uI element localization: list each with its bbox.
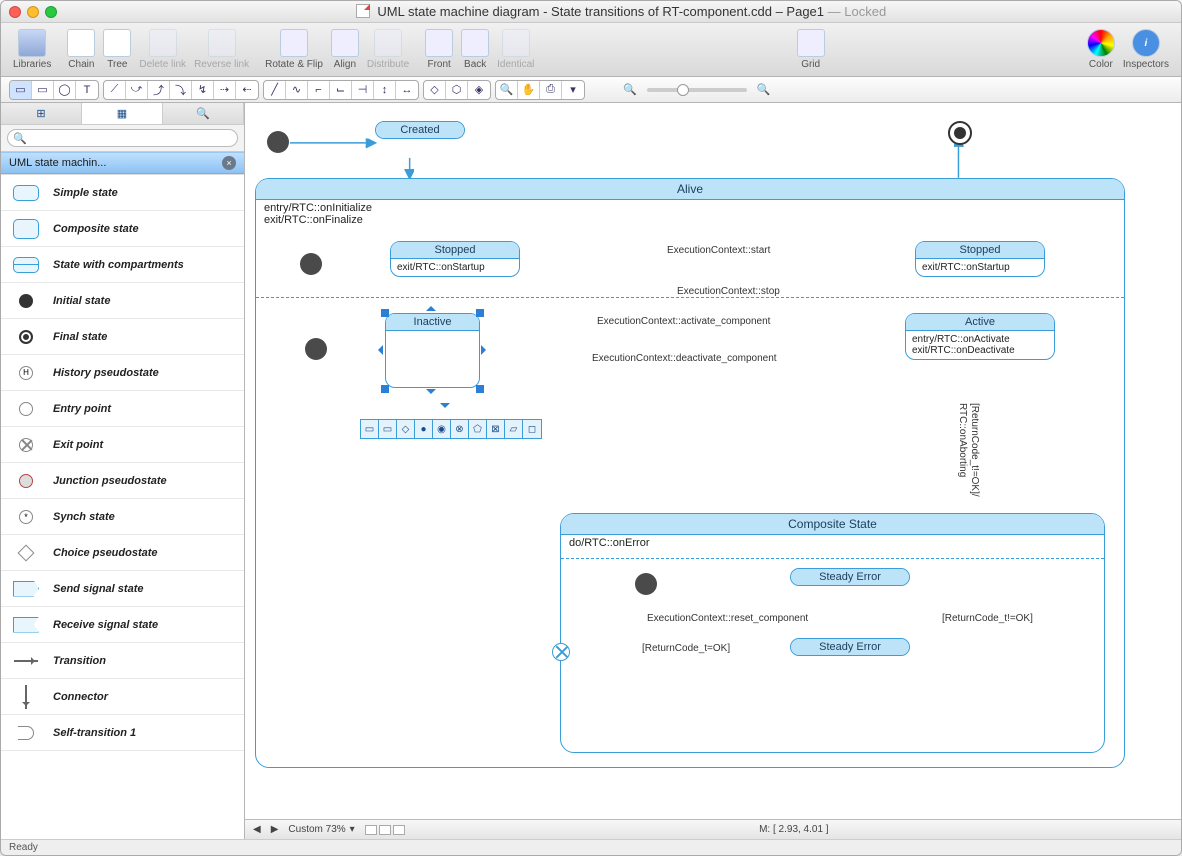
library-sidebar: ⊞ ▦ 🔍 🔍 UML state machin... × Simple sta… xyxy=(1,103,245,839)
minimize-window-button[interactable] xyxy=(27,6,39,18)
cursor-coords: [ 2.93, 4.01 ] xyxy=(773,824,829,835)
shape-tool-row: ▭ ▭ ◯ T ⟋⤻⤴⤵↯⇢⇠ ╱∿⌐⌙⊣↕↔ ◇⬡◈ 🔍✋⎙▾ 🔍 🔍 xyxy=(1,77,1181,103)
state-steady-error-2[interactable]: Steady Error xyxy=(790,638,910,656)
distribute-button[interactable]: Distribute xyxy=(367,29,409,70)
shape-list: Simple state Composite state State with … xyxy=(1,174,244,839)
ctx-rect-icon[interactable]: ▭ xyxy=(361,420,379,438)
shape-receive-signal[interactable]: Receive signal state xyxy=(1,607,244,643)
label-deactivate: ExecutionContext::deactivate_component xyxy=(590,353,779,364)
pointer-tool-icon[interactable]: ▭ xyxy=(10,81,32,99)
delete-link-button[interactable]: Delete link xyxy=(139,29,186,70)
shape-choice[interactable]: Choice pseudostate xyxy=(1,535,244,571)
ellipse-tool-icon[interactable]: ◯ xyxy=(54,81,76,99)
line-tool-icon[interactable]: ⟋ xyxy=(104,81,126,99)
path-tools[interactable]: ╱∿⌐⌙⊣↕↔ xyxy=(263,80,419,100)
state-active[interactable]: Active entry/RTC::onActivateexit/RTC::on… xyxy=(905,313,1055,360)
label-guard-ok2: [ReturnCode_t!=OK] xyxy=(940,613,1035,624)
label-reset: ExecutionContext::reset_component xyxy=(645,613,810,624)
label-ec-start: ExecutionContext::start xyxy=(665,245,772,256)
state-stopped-right[interactable]: Stopped exit/RTC::onStartup xyxy=(915,241,1045,277)
state-created[interactable]: Created xyxy=(375,121,465,139)
prev-page-icon[interactable]: ◀ xyxy=(253,824,261,835)
state-inactive[interactable]: Inactive xyxy=(385,313,480,388)
titlebar: UML state machine diagram - State transi… xyxy=(1,1,1181,23)
identical-button[interactable]: Identical xyxy=(497,29,534,70)
zoom-tool-icon[interactable]: 🔍 xyxy=(496,81,518,99)
connector-tools[interactable]: ⟋⤻⤴⤵↯⇢⇠ xyxy=(103,80,259,100)
shape-transition[interactable]: Transition xyxy=(1,643,244,679)
search-icon: 🔍 xyxy=(13,132,27,145)
zoom-level[interactable]: Custom 73% xyxy=(288,824,345,835)
library-search-input[interactable] xyxy=(7,129,238,147)
close-window-button[interactable] xyxy=(9,6,21,18)
back-button[interactable]: Back xyxy=(461,29,489,70)
zoom-window-button[interactable] xyxy=(45,6,57,18)
context-toolbar[interactable]: ▭▭◇●◉⊗⬠⊠▱◻ xyxy=(360,419,542,439)
initial-node-alive1[interactable] xyxy=(300,253,322,275)
libraries-button[interactable]: Libraries xyxy=(13,29,51,70)
canvas-statusbar: ◀ ▶ Custom 73% ▾ M: [ 2.93, 4.01 ] xyxy=(245,819,1181,839)
rect-tool-icon[interactable]: ▭ xyxy=(32,81,54,99)
state-composite[interactable]: Composite State do/RTC::onError xyxy=(560,513,1105,753)
shape-final-state[interactable]: Final state xyxy=(1,319,244,355)
label-aborting: RTC::onAborting xyxy=(955,403,970,477)
sidebar-tab-grid[interactable]: ▦ xyxy=(82,103,163,124)
close-library-icon[interactable]: × xyxy=(222,156,236,170)
shape-initial-state[interactable]: Initial state xyxy=(1,283,244,319)
zoom-out-icon[interactable]: 🔍 xyxy=(623,83,637,96)
color-button[interactable]: Color xyxy=(1087,29,1115,70)
state-stopped-left[interactable]: Stopped exit/RTC::onStartup xyxy=(390,241,520,277)
zoom-slider[interactable] xyxy=(647,88,747,92)
window-controls xyxy=(9,6,57,18)
initial-node-top[interactable] xyxy=(267,131,289,153)
inspectors-button[interactable]: iInspectors xyxy=(1123,29,1169,70)
text-tool-icon[interactable]: T xyxy=(76,81,98,99)
exit-point[interactable] xyxy=(552,643,570,661)
shape-send-signal[interactable]: Send signal state xyxy=(1,571,244,607)
sidebar-tab-search[interactable]: 🔍 xyxy=(163,103,244,124)
rotate-flip-button[interactable]: Rotate & Flip xyxy=(265,29,323,70)
chain-button[interactable]: Chain xyxy=(67,29,95,70)
initial-node-alive2[interactable] xyxy=(305,338,327,360)
document-icon xyxy=(356,4,370,18)
zoom-in-icon[interactable]: 🔍 xyxy=(757,83,771,96)
window-title: UML state machine diagram - State transi… xyxy=(69,4,1173,19)
status-ready: Ready xyxy=(9,842,38,853)
tree-button[interactable]: Tree xyxy=(103,29,131,70)
library-header[interactable]: UML state machin... × xyxy=(1,152,244,174)
shape-composite-state[interactable]: Composite state xyxy=(1,211,244,247)
label-activate: ExecutionContext::activate_component xyxy=(595,316,772,327)
hand-tool-icon[interactable]: ✋ xyxy=(518,81,540,99)
vertex-tools[interactable]: ◇⬡◈ xyxy=(423,80,491,100)
shape-connector[interactable]: Connector xyxy=(1,679,244,715)
initial-node-composite[interactable] xyxy=(635,573,657,595)
final-node[interactable] xyxy=(948,121,972,145)
shape-simple-state[interactable]: Simple state xyxy=(1,175,244,211)
page-thumbnails[interactable] xyxy=(365,825,405,835)
sidebar-tab-tree[interactable]: ⊞ xyxy=(1,103,82,124)
shape-history[interactable]: HHistory pseudostate xyxy=(1,355,244,391)
app-window: UML state machine diagram - State transi… xyxy=(0,0,1182,856)
reverse-link-button[interactable]: Reverse link xyxy=(194,29,249,70)
main-toolbar: Libraries Chain Tree Delete link Reverse… xyxy=(1,23,1181,77)
label-guard-ok: [ReturnCode_t=OK] xyxy=(640,643,732,654)
state-steady-error-1[interactable]: Steady Error xyxy=(790,568,910,586)
grid-button[interactable]: Grid xyxy=(797,29,825,70)
align-button[interactable]: Align xyxy=(331,29,359,70)
view-tools[interactable]: 🔍✋⎙▾ xyxy=(495,80,585,100)
app-statusbar: Ready xyxy=(1,839,1181,855)
shape-entry-point[interactable]: Entry point xyxy=(1,391,244,427)
shape-exit-point[interactable]: Exit point xyxy=(1,427,244,463)
diagram-canvas[interactable]: Created Alive entry/RTC::onInitializeexi… xyxy=(245,103,1181,839)
label-ec-stop: ExecutionContext::stop xyxy=(675,286,782,297)
front-button[interactable]: Front xyxy=(425,29,453,70)
shape-junction[interactable]: Junction pseudostate xyxy=(1,463,244,499)
shape-compartments[interactable]: State with compartments xyxy=(1,247,244,283)
selection-tools[interactable]: ▭ ▭ ◯ T xyxy=(9,80,99,100)
shape-self-transition[interactable]: Self-transition 1 xyxy=(1,715,244,751)
shape-synch[interactable]: *Synch state xyxy=(1,499,244,535)
next-page-icon[interactable]: ▶ xyxy=(271,824,279,835)
